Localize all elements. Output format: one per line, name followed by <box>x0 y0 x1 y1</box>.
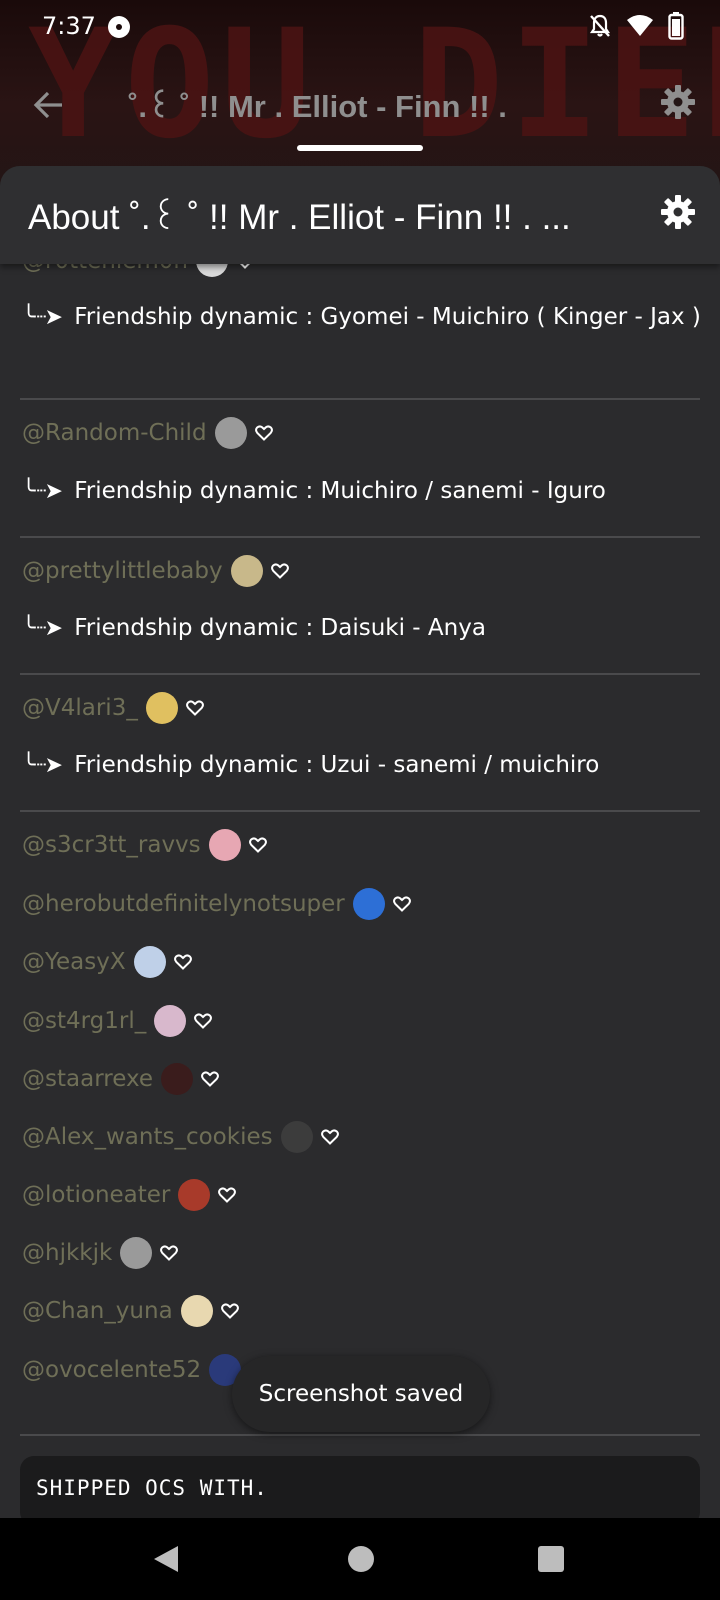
mention-row: @herobutdefinitelynotsuper <box>22 885 411 923</box>
user-handle-link[interactable]: @ovocelente52 <box>22 1357 201 1383</box>
user-avatar <box>145 692 178 724</box>
heart-icon <box>218 1187 237 1203</box>
divider <box>20 536 700 538</box>
dynamic-label: Friendship dynamic : Muichiro / sanemi -… <box>74 478 606 504</box>
battery-icon <box>668 12 684 40</box>
mention-row: @V4lari3_ <box>22 689 204 727</box>
user-avatar <box>280 1121 313 1153</box>
sheet-drag-handle[interactable] <box>297 145 423 151</box>
screenshot-toast: Screenshot saved <box>232 1356 490 1432</box>
about-sheet: About ˚.꒰ ˚ !! Mr . Elliot - Finn !! . .… <box>0 166 720 1518</box>
user-avatar <box>180 1295 213 1327</box>
divider <box>20 810 700 812</box>
heart-icon <box>160 1245 179 1261</box>
arrow-symbol: ╰┈➤ <box>22 479 63 504</box>
divider <box>20 1434 700 1436</box>
arrow-symbol: ╰┈➤ <box>22 305 63 330</box>
dynamic-label: Friendship dynamic : Uzui - sanemi / mui… <box>74 752 600 778</box>
user-handle-link[interactable]: @V4lari3_ <box>22 695 138 721</box>
arrow-symbol: ╰┈➤ <box>22 753 63 778</box>
mention-row: @st4rg1rl_ <box>22 1002 213 1040</box>
status-bar: 7:37 <box>0 0 720 54</box>
user-handle-link[interactable]: @herobutdefinitelynotsuper <box>22 891 345 917</box>
user-handle-link[interactable]: @Alex_wants_cookies <box>22 1124 273 1150</box>
arrow-symbol: ╰┈➤ <box>22 616 63 641</box>
user-avatar <box>133 946 166 978</box>
user-handle-link[interactable]: @staarrexe <box>22 1066 153 1092</box>
user-avatar <box>120 1237 153 1269</box>
status-time: 7:37 <box>42 12 96 40</box>
heart-icon <box>201 1071 219 1087</box>
divider <box>20 673 700 675</box>
heart-icon <box>254 425 273 441</box>
mention-row: @staarrexe <box>22 1060 219 1098</box>
user-avatar <box>154 1005 187 1037</box>
mention-row: @hjkkjk <box>22 1234 179 1272</box>
heart-icon <box>392 896 411 912</box>
mention-row: @YeasyX <box>22 943 192 981</box>
user-avatar <box>352 888 385 920</box>
sheet-title: About ˚.꒰ ˚ !! Mr . Elliot - Finn !! . .… <box>28 198 571 237</box>
mention-row: @s3cr3tt_ravvs <box>22 826 267 864</box>
settings-gear-icon[interactable] <box>660 194 696 230</box>
dynamic-label: Friendship dynamic : Gyomei - Muichiro (… <box>74 304 701 330</box>
dynamic-text: ╰┈➤ Friendship dynamic : Muichiro / sane… <box>22 473 702 510</box>
mention-row: @Chan_yuna <box>22 1292 239 1330</box>
user-handle-link[interactable]: @Chan_yuna <box>22 1298 173 1324</box>
user-handle-link[interactable]: @lotioneater <box>22 1182 170 1208</box>
heart-icon <box>248 837 267 853</box>
user-avatar <box>178 1179 211 1211</box>
notification-icon <box>108 16 130 38</box>
dynamic-label: Friendship dynamic : Daisuki - Anya <box>74 615 486 641</box>
user-avatar <box>208 829 241 861</box>
user-avatar <box>161 1063 193 1095</box>
user-handle-link[interactable]: @Random-Child <box>22 420 207 446</box>
heart-icon <box>185 700 204 716</box>
mention-row: @ovocelente52 <box>22 1351 268 1389</box>
divider <box>20 398 700 400</box>
dynamic-text: ╰┈➤ Friendship dynamic : Uzui - sanemi /… <box>22 747 702 784</box>
back-arrow-icon[interactable] <box>32 88 66 122</box>
story-title: ˚.꒰ ˚ !! Mr . Elliot - Finn !! . <box>128 89 507 124</box>
story-toolbar: ˚.꒰ ˚ !! Mr . Elliot - Finn !! . <box>0 74 720 134</box>
user-handle-link[interactable]: @hjkkjk <box>22 1240 112 1266</box>
heart-icon <box>194 1013 213 1029</box>
user-avatar <box>214 417 247 449</box>
user-avatar <box>230 555 263 587</box>
heart-icon <box>173 954 192 970</box>
system-nav-bar <box>0 1518 720 1600</box>
nav-back-icon[interactable] <box>152 1544 180 1574</box>
dynamic-text: ╰┈➤ Friendship dynamic : Gyomei - Muichi… <box>22 299 702 336</box>
nav-home-icon[interactable] <box>348 1546 374 1572</box>
code-block: SHIPPED OCS WITH. <box>20 1456 700 1518</box>
heart-icon <box>220 1303 239 1319</box>
wifi-icon <box>627 15 653 36</box>
status-icons <box>588 12 684 40</box>
mention-row: @Random-Child <box>22 414 273 452</box>
notifications-off-icon <box>589 14 611 37</box>
settings-gear-icon[interactable] <box>660 84 696 120</box>
mention-row: @prettylittlebaby <box>22 552 289 590</box>
user-handle-link[interactable]: @YeasyX <box>22 949 126 975</box>
mention-row: @lotioneater <box>22 1176 237 1214</box>
sheet-header: About ˚.꒰ ˚ !! Mr . Elliot - Finn !! . .… <box>0 166 720 264</box>
nav-recents-icon[interactable] <box>538 1546 564 1572</box>
mention-row: @Alex_wants_cookies <box>22 1118 339 1156</box>
user-handle-link[interactable]: @st4rg1rl_ <box>22 1008 146 1034</box>
heart-icon <box>270 563 289 579</box>
user-handle-link[interactable]: @prettylittlebaby <box>22 558 223 584</box>
dynamic-text: ╰┈➤ Friendship dynamic : Daisuki - Anya <box>22 610 702 647</box>
heart-icon <box>320 1129 339 1145</box>
user-handle-link[interactable]: @s3cr3tt_ravvs <box>22 832 201 858</box>
